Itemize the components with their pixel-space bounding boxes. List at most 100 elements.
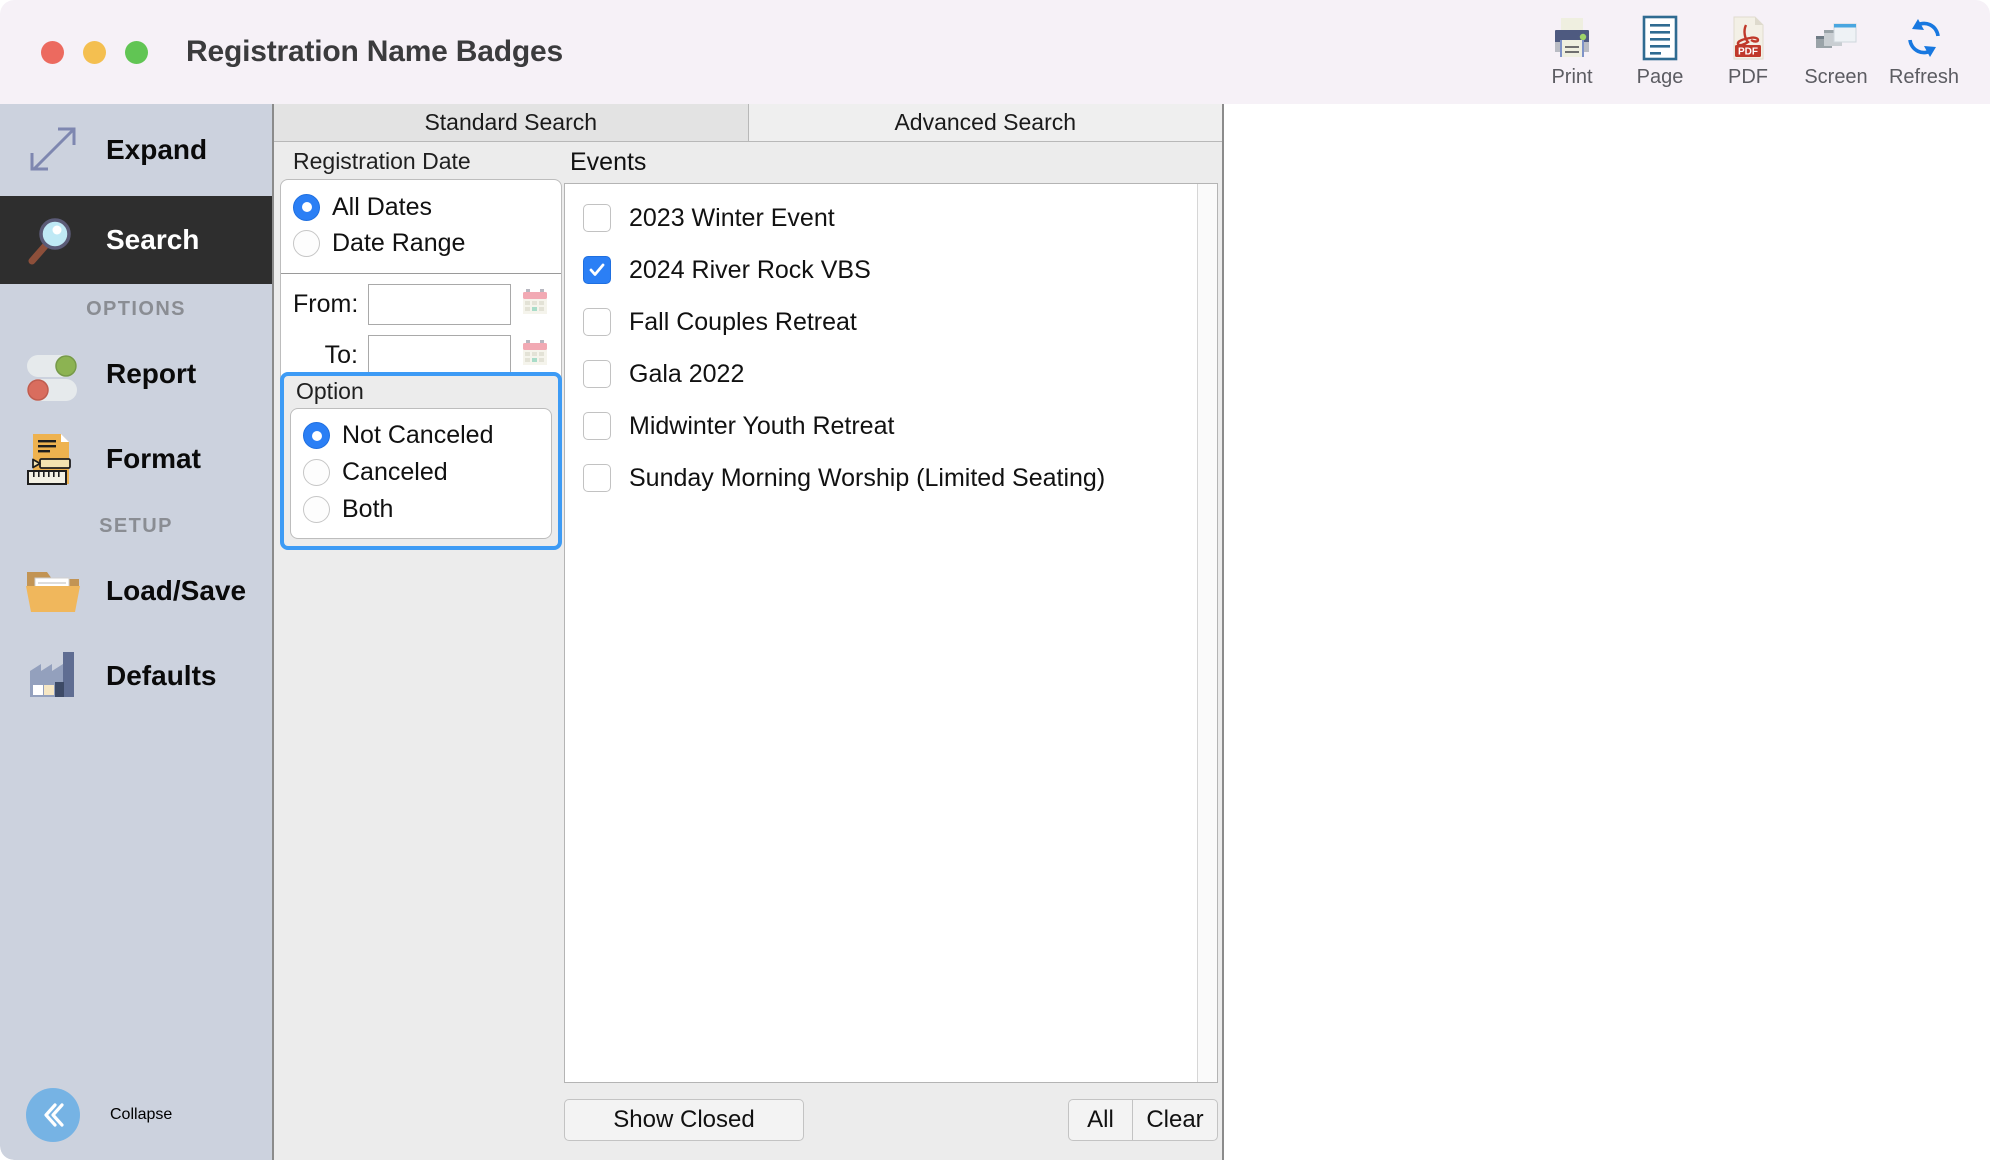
sidebar-label-load-save: Load/Save [106, 574, 247, 606]
date-to-input[interactable] [368, 335, 511, 376]
sidebar-item-load-save[interactable]: Load/Save [0, 548, 272, 633]
option-group: Option Not Canceled Canceled Both [280, 372, 562, 550]
toolbar-button-screen[interactable]: Screen [1792, 8, 1880, 89]
sidebar-label-format: Format [106, 442, 201, 474]
radio-all-dates-indicator[interactable] [293, 193, 320, 221]
list-item[interactable]: 2023 Winter Event [565, 196, 1217, 240]
window-title: Registration Name Badges [186, 35, 563, 68]
list-item[interactable]: Fall Couples Retreat [565, 300, 1217, 344]
event-checkbox[interactable] [583, 308, 611, 336]
main-panel: Standard Search Advanced Search Registra… [272, 104, 1222, 1160]
search-tabs: Standard Search Advanced Search [274, 104, 1222, 142]
radio-both-indicator[interactable] [303, 496, 330, 523]
toolbar-label-pdf: PDF [1728, 66, 1768, 88]
radio-date-range-indicator[interactable] [293, 229, 320, 257]
event-checkbox[interactable] [583, 464, 611, 492]
date-from-input[interactable] [368, 284, 512, 325]
radio-date-range-label: Date Range [332, 228, 466, 257]
radio-canceled-indicator[interactable] [303, 459, 330, 486]
sidebar-label-report: Report [106, 357, 197, 389]
events-section: Events 2023 Winter Event 2024 River Rock… [564, 148, 1218, 1141]
date-from-label: From: [293, 290, 359, 318]
show-closed-button[interactable]: Show Closed [564, 1099, 804, 1141]
folder-icon [10, 562, 96, 620]
chevron-double-left-icon [26, 1088, 80, 1142]
toolbar-button-refresh[interactable]: Refresh [1880, 8, 1968, 89]
clear-selection-button[interactable]: Clear [1132, 1099, 1218, 1141]
divider [281, 273, 561, 274]
list-item[interactable]: Midwinter Youth Retreat [565, 404, 1217, 448]
sidebar-label-collapse: Collapse [110, 1106, 173, 1123]
radio-canceled-label: Canceled [342, 458, 448, 486]
radio-not-canceled-indicator[interactable] [303, 422, 330, 449]
radio-not-canceled-label: Not Canceled [342, 421, 494, 449]
event-checkbox[interactable] [583, 256, 611, 284]
calendar-icon[interactable] [521, 338, 549, 373]
radio-both[interactable]: Both [303, 491, 539, 528]
traffic-light-controls [41, 40, 148, 64]
event-name: 2023 Winter Event [629, 203, 835, 232]
events-scrollbar[interactable] [1197, 184, 1217, 1082]
sidebar-item-format[interactable]: Format [0, 416, 272, 501]
sidebar-item-search[interactable]: Search [0, 196, 272, 284]
sidebar: Expand Search OPTIONS Report Format SETU… [0, 104, 272, 1160]
event-name: 2024 River Rock VBS [629, 255, 871, 284]
format-document-icon [10, 429, 96, 489]
pdf-icon: PDF [1726, 14, 1770, 61]
radio-all-dates-label: All Dates [332, 192, 433, 221]
toolbar-label-print: Print [1551, 66, 1593, 88]
toolbar-button-print[interactable]: Print [1528, 8, 1616, 89]
registration-date-box: All Dates Date Range From: To: [280, 179, 562, 391]
select-buttons: All Clear [1068, 1099, 1218, 1141]
toolbar-label-screen: Screen [1804, 66, 1868, 88]
event-name: Fall Couples Retreat [629, 307, 857, 336]
toolbar-label-page: Page [1636, 66, 1684, 88]
close-window-button[interactable] [41, 40, 64, 64]
toolbar-button-pdf[interactable]: PDF PDF [1704, 8, 1792, 89]
option-box: Not Canceled Canceled Both [290, 408, 552, 539]
sidebar-item-collapse[interactable]: Collapse [0, 1070, 272, 1160]
date-to-label: To: [324, 341, 358, 369]
sidebar-label-defaults: Defaults [106, 659, 217, 691]
sidebar-item-expand[interactable]: Expand [0, 104, 272, 196]
sidebar-group-options: OPTIONS [86, 298, 186, 320]
standard-search-content: Registration Date All Dates Date Range F… [274, 142, 1222, 1160]
preview-pane [1222, 104, 1990, 1160]
registration-date-legend: Registration Date [293, 148, 471, 174]
tab-standard-search[interactable]: Standard Search [274, 104, 749, 141]
events-list[interactable]: 2023 Winter Event 2024 River Rock VBS Fa… [564, 183, 1218, 1083]
sidebar-label-search: Search [106, 224, 200, 255]
svg-text:PDF: PDF [1738, 46, 1758, 57]
radio-not-canceled[interactable]: Not Canceled [303, 417, 539, 454]
select-all-button[interactable]: All [1068, 1099, 1132, 1141]
sidebar-group-setup: SETUP [99, 515, 173, 537]
radio-date-range[interactable]: Date Range [293, 225, 549, 261]
radio-all-dates[interactable]: All Dates [293, 189, 549, 225]
printer-icon [1549, 14, 1595, 61]
event-checkbox[interactable] [583, 360, 611, 388]
toolbar-button-page[interactable]: Page [1616, 8, 1704, 89]
event-checkbox[interactable] [583, 204, 611, 232]
sidebar-item-defaults[interactable]: Defaults [0, 633, 272, 718]
date-from-row: From: [293, 284, 549, 325]
maximize-window-button[interactable] [125, 40, 148, 64]
option-legend: Option [296, 378, 364, 404]
list-item[interactable]: Sunday Morning Worship (Limited Seating) [565, 456, 1217, 500]
toolbar-label-refresh: Refresh [1888, 66, 1960, 88]
event-name: Midwinter Youth Retreat [629, 411, 895, 440]
events-footer: Show Closed All Clear [564, 1099, 1218, 1141]
sidebar-item-report[interactable]: Report [0, 331, 272, 416]
radio-both-label: Both [342, 495, 394, 523]
page-icon [1638, 14, 1682, 61]
minimize-window-button[interactable] [83, 40, 106, 64]
event-name: Gala 2022 [629, 359, 745, 388]
toggles-icon [10, 343, 96, 405]
tab-advanced-search[interactable]: Advanced Search [748, 104, 1222, 141]
event-checkbox[interactable] [583, 412, 611, 440]
calendar-icon[interactable] [521, 287, 549, 322]
list-item[interactable]: Gala 2022 [565, 352, 1217, 396]
radio-canceled[interactable]: Canceled [303, 454, 539, 491]
factory-icon [10, 647, 96, 705]
event-name: Sunday Morning Worship (Limited Seating) [629, 463, 1106, 492]
list-item[interactable]: 2024 River Rock VBS [565, 248, 1217, 292]
